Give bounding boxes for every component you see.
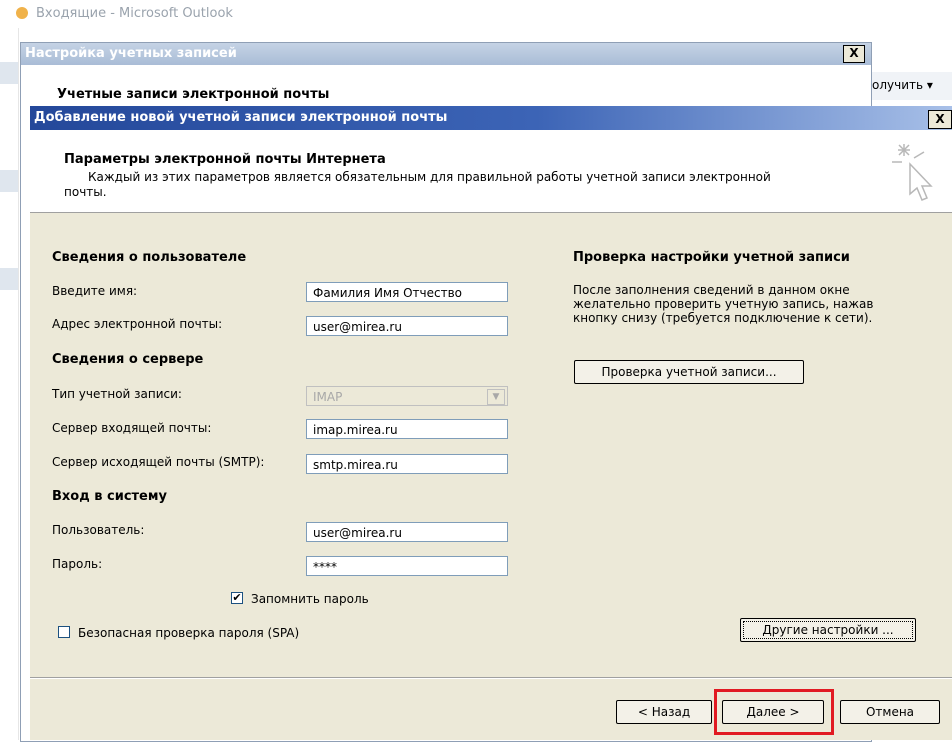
username-label: Пользователь:: [52, 523, 145, 537]
test-settings-heading: Проверка настройки учетной записи: [573, 250, 850, 265]
spa-checkbox[interactable]: [58, 626, 70, 638]
user-info-heading: Сведения о пользователе: [52, 250, 247, 265]
outlook-left-strip: [0, 170, 18, 192]
incoming-server-input[interactable]: imap.mirea.ru: [306, 419, 508, 439]
test-desc-line2: желательно проверить учетную запись, наж…: [573, 297, 874, 311]
wizard-header-desc-line1: Каждый из этих параметров является обяза…: [88, 170, 771, 184]
outgoing-server-input[interactable]: smtp.mirea.ru: [306, 454, 508, 474]
remember-password-label[interactable]: Запомнить пароль: [251, 592, 369, 606]
outlook-window-title: Входящие - Microsoft Outlook: [36, 6, 233, 21]
add-account-dialog: Добавление новой учетной записи электрон…: [30, 106, 952, 740]
receive-button[interactable]: олучить ▾: [872, 78, 933, 92]
wizard-header-desc-line2: почты.: [64, 185, 107, 199]
incoming-server-label: Сервер входящей почты:: [52, 421, 212, 435]
chevron-down-icon: ▼: [487, 389, 505, 405]
add-account-title: Добавление новой учетной записи электрон…: [34, 110, 448, 125]
account-settings-title: Настройка учетных записей: [25, 46, 237, 61]
wizard-header-title: Параметры электронной почты Интернета: [64, 152, 386, 167]
test-desc-line3: кнопку снизу (требуется подключение к се…: [573, 311, 873, 325]
account-type-label: Тип учетной записи:: [52, 387, 182, 401]
logon-heading: Вход в систему: [52, 489, 167, 504]
next-button-highlight: [714, 689, 834, 735]
email-accounts-heading: Учетные записи электронной почты: [57, 87, 330, 102]
email-label: Адрес электронной почты:: [52, 317, 223, 331]
outlook-left-strip: [0, 62, 18, 84]
cancel-button[interactable]: Отмена: [840, 700, 940, 724]
username-input[interactable]: user@mirea.ru: [306, 522, 508, 542]
cursor-sparkle-icon: [892, 144, 933, 201]
account-type-select: IMAP ▼: [306, 386, 508, 406]
name-input[interactable]: Фамилия Имя Отчество: [306, 282, 508, 302]
outlook-title-bar: Входящие - Microsoft Outlook: [0, 0, 952, 28]
outgoing-server-label: Сервер исходящей почты (SMTP):: [52, 455, 265, 469]
account-type-value: IMAP: [313, 390, 343, 404]
name-label: Введите имя:: [52, 284, 138, 298]
password-label: Пароль:: [52, 557, 103, 571]
outlook-app-icon: [16, 7, 28, 19]
password-input[interactable]: ****: [306, 556, 508, 576]
add-account-title-bar: Добавление новой учетной записи электрон…: [30, 106, 952, 130]
wizard-header: Параметры электронной почты Интернета Ка…: [30, 130, 952, 213]
account-settings-close-button[interactable]: X: [843, 45, 865, 63]
outlook-left-edge: [0, 28, 19, 740]
wizard-header-description: Каждый из этих параметров является обяза…: [64, 170, 868, 200]
back-button[interactable]: < Назад: [616, 700, 712, 724]
email-input[interactable]: user@mirea.ru: [306, 316, 508, 336]
more-settings-button[interactable]: Другие настройки ...: [740, 618, 916, 642]
test-desc-line1: После заполнения сведений в данном окне: [573, 283, 850, 297]
outlook-left-strip: [0, 268, 18, 290]
spa-label[interactable]: Безопасная проверка пароля (SPA): [78, 626, 299, 640]
server-info-heading: Сведения о сервере: [52, 352, 204, 367]
footer-separator: [30, 677, 952, 679]
add-account-close-button[interactable]: X: [928, 110, 952, 129]
account-settings-title-bar: Настройка учетных записей X: [21, 43, 871, 65]
remember-password-checkbox[interactable]: ✔: [231, 592, 243, 604]
test-account-button[interactable]: Проверка учетной записи...: [574, 360, 804, 384]
